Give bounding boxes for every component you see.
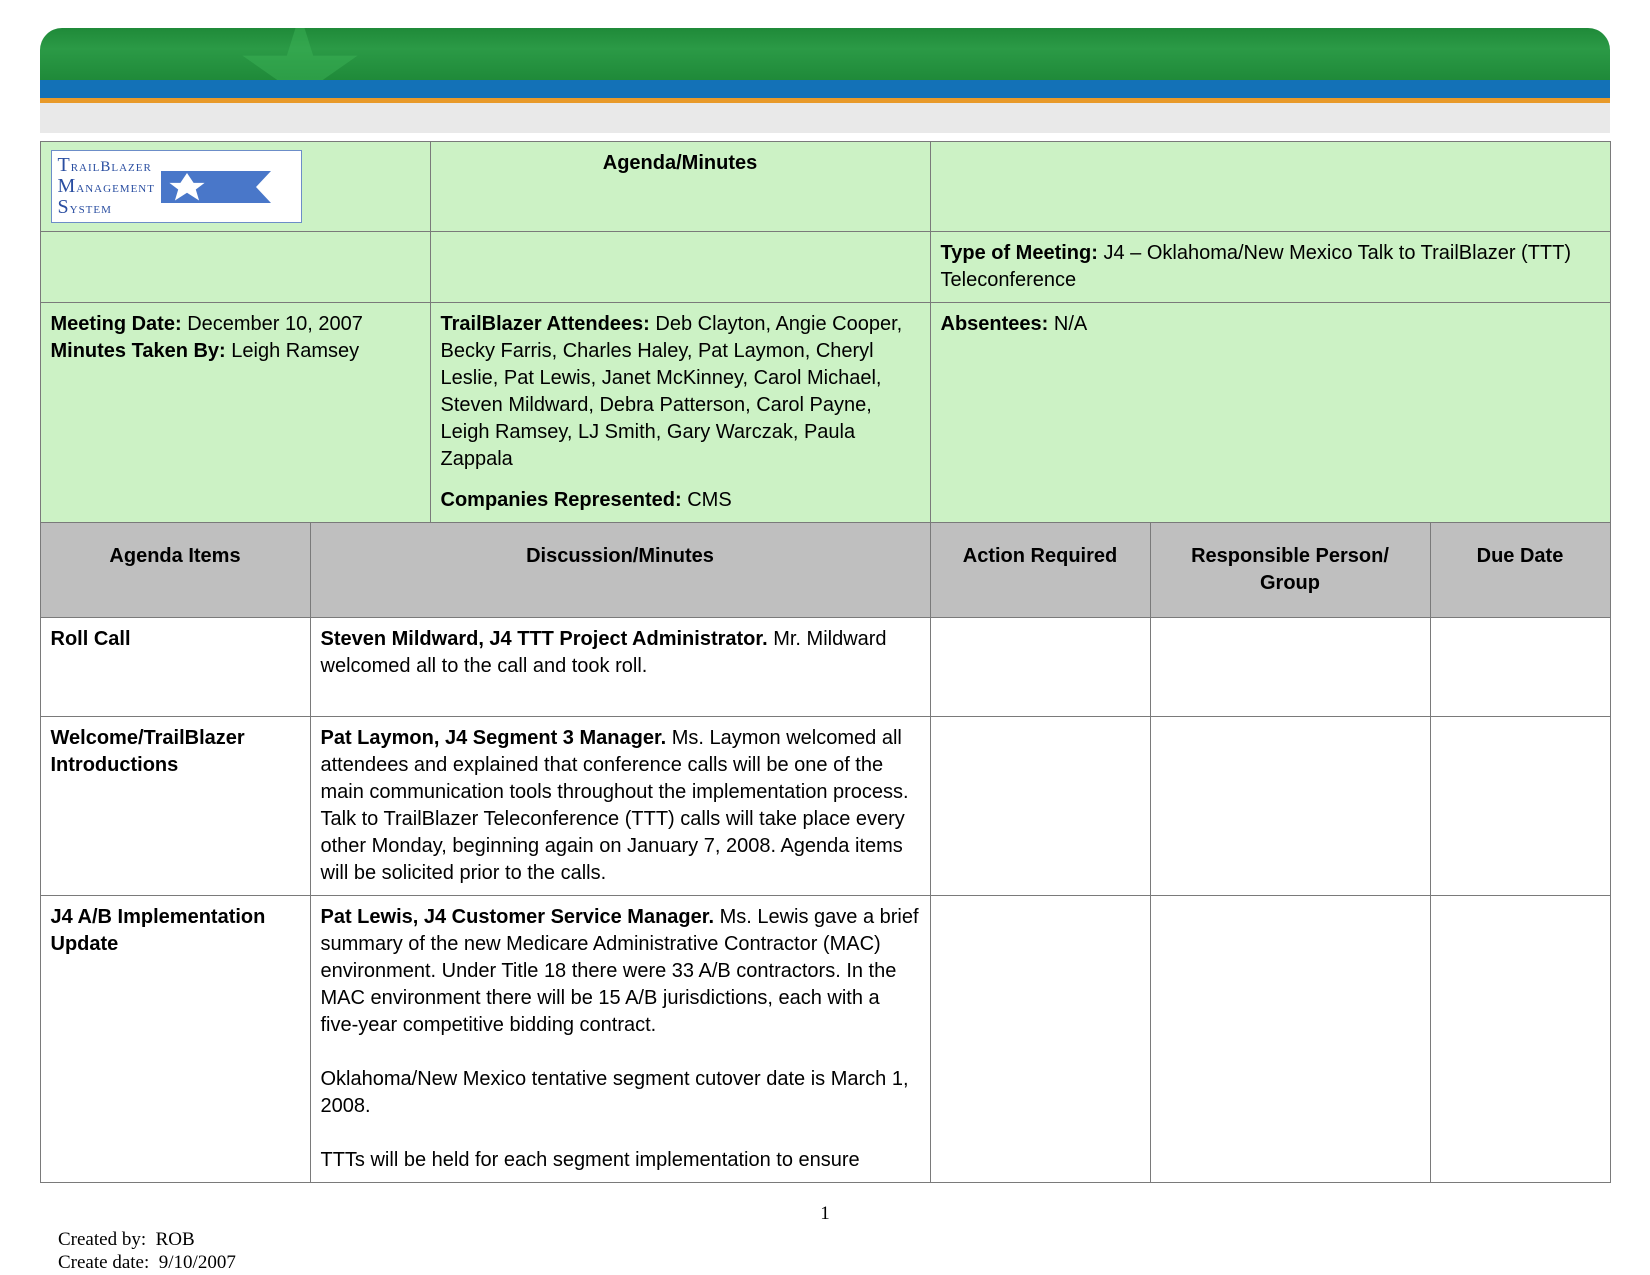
banner-green (40, 28, 1610, 80)
meeting-date-label: Meeting Date: (51, 313, 182, 335)
companies-value: CMS (687, 489, 731, 511)
discussion-text: Ms. Lewis gave a brief summary of the ne… (321, 906, 919, 1171)
create-date-value: 9/10/2007 (159, 1252, 236, 1273)
action-cell (930, 717, 1150, 896)
discussion-cell: Pat Lewis, J4 Customer Service Manager. … (310, 896, 930, 1183)
discussion-cell: Steven Mildward, J4 TTT Project Administ… (310, 618, 930, 717)
agenda-item: Roll Call (40, 618, 310, 717)
banner-gray-band (40, 103, 1610, 133)
responsible-cell (1150, 618, 1430, 717)
taker-label: Minutes Taken By: (51, 340, 226, 362)
discussion-text: Ms. Laymon welcomed all attendees and ex… (321, 727, 909, 884)
blank-cell (430, 232, 930, 303)
meeting-type-label: Type of Meeting: (941, 242, 1098, 264)
due-cell (1430, 896, 1610, 1183)
page-number: 1 (820, 1203, 830, 1225)
due-cell (1430, 717, 1610, 896)
table-row: Welcome/TrailBlazer Introductions Pat La… (40, 717, 1610, 896)
banner-blue-stripe (40, 80, 1610, 98)
star-icon (240, 28, 360, 80)
agenda-item: Welcome/TrailBlazer Introductions (40, 717, 310, 896)
create-date-label: Create date: (58, 1252, 149, 1273)
discussion-lead: Pat Lewis, J4 Customer Service Manager. (321, 906, 715, 928)
table-row: J4 A/B Implementation Update Pat Lewis, … (40, 896, 1610, 1183)
column-headers: Agenda Items Discussion/Minutes Action R… (40, 523, 1610, 618)
blank-cell (40, 232, 430, 303)
meeting-date-cell: Meeting Date: December 10, 2007 Minutes … (40, 303, 430, 523)
created-by-label: Created by: (58, 1229, 146, 1250)
col-responsible: Responsible Person/ Group (1150, 523, 1430, 618)
col-action: Action Required (930, 523, 1150, 618)
absentees-cell: Absentees: N/A (930, 303, 1610, 523)
col-discussion: Discussion/Minutes (310, 523, 930, 618)
table-row: Roll Call Steven Mildward, J4 TTT Projec… (40, 618, 1610, 717)
absentees-value: N/A (1054, 313, 1087, 335)
col-agenda-items: Agenda Items (40, 523, 310, 618)
responsible-cell (1150, 896, 1430, 1183)
agenda-item: J4 A/B Implementation Update (40, 896, 310, 1183)
discussion-lead: Steven Mildward, J4 TTT Project Administ… (321, 628, 768, 650)
meeting-type: Type of Meeting: J4 – Oklahoma/New Mexic… (930, 232, 1610, 303)
action-cell (930, 896, 1150, 1183)
attendees-cell: TrailBlazer Attendees: Deb Clayton, Angi… (430, 303, 930, 523)
col-due: Due Date (1430, 523, 1610, 618)
header-banner (40, 28, 1610, 103)
logo-line3: System (58, 197, 155, 218)
flag-star-icon (161, 167, 291, 207)
responsible-cell (1150, 717, 1430, 896)
page-footer: 1 Created by: ROB Create date: 9/10/2007 (40, 1203, 1610, 1273)
action-cell (930, 618, 1150, 717)
document-title: Agenda/Minutes (430, 142, 930, 232)
logo-cell: TrailBlazer Management System (40, 142, 430, 232)
minutes-document: TrailBlazer Management System Agenda/Min… (40, 141, 1611, 1183)
discussion-cell: Pat Laymon, J4 Segment 3 Manager. Ms. La… (310, 717, 930, 896)
logo-line1: TrailBlazer (58, 155, 155, 176)
logo: TrailBlazer Management System (51, 150, 302, 223)
taker-value: Leigh Ramsey (231, 340, 359, 362)
companies-label: Companies Represented: (441, 489, 682, 511)
attendees-label: TrailBlazer Attendees: (441, 313, 650, 335)
meeting-date-value: December 10, 2007 (187, 313, 363, 335)
due-cell (1430, 618, 1610, 717)
header-blank (930, 142, 1610, 232)
absentees-label: Absentees: (941, 313, 1049, 335)
logo-line2: Management (58, 176, 155, 197)
discussion-lead: Pat Laymon, J4 Segment 3 Manager. (321, 727, 667, 749)
attendees-value: Deb Clayton, Angie Cooper, Becky Farris,… (441, 313, 903, 470)
created-by-value: ROB (156, 1229, 195, 1250)
